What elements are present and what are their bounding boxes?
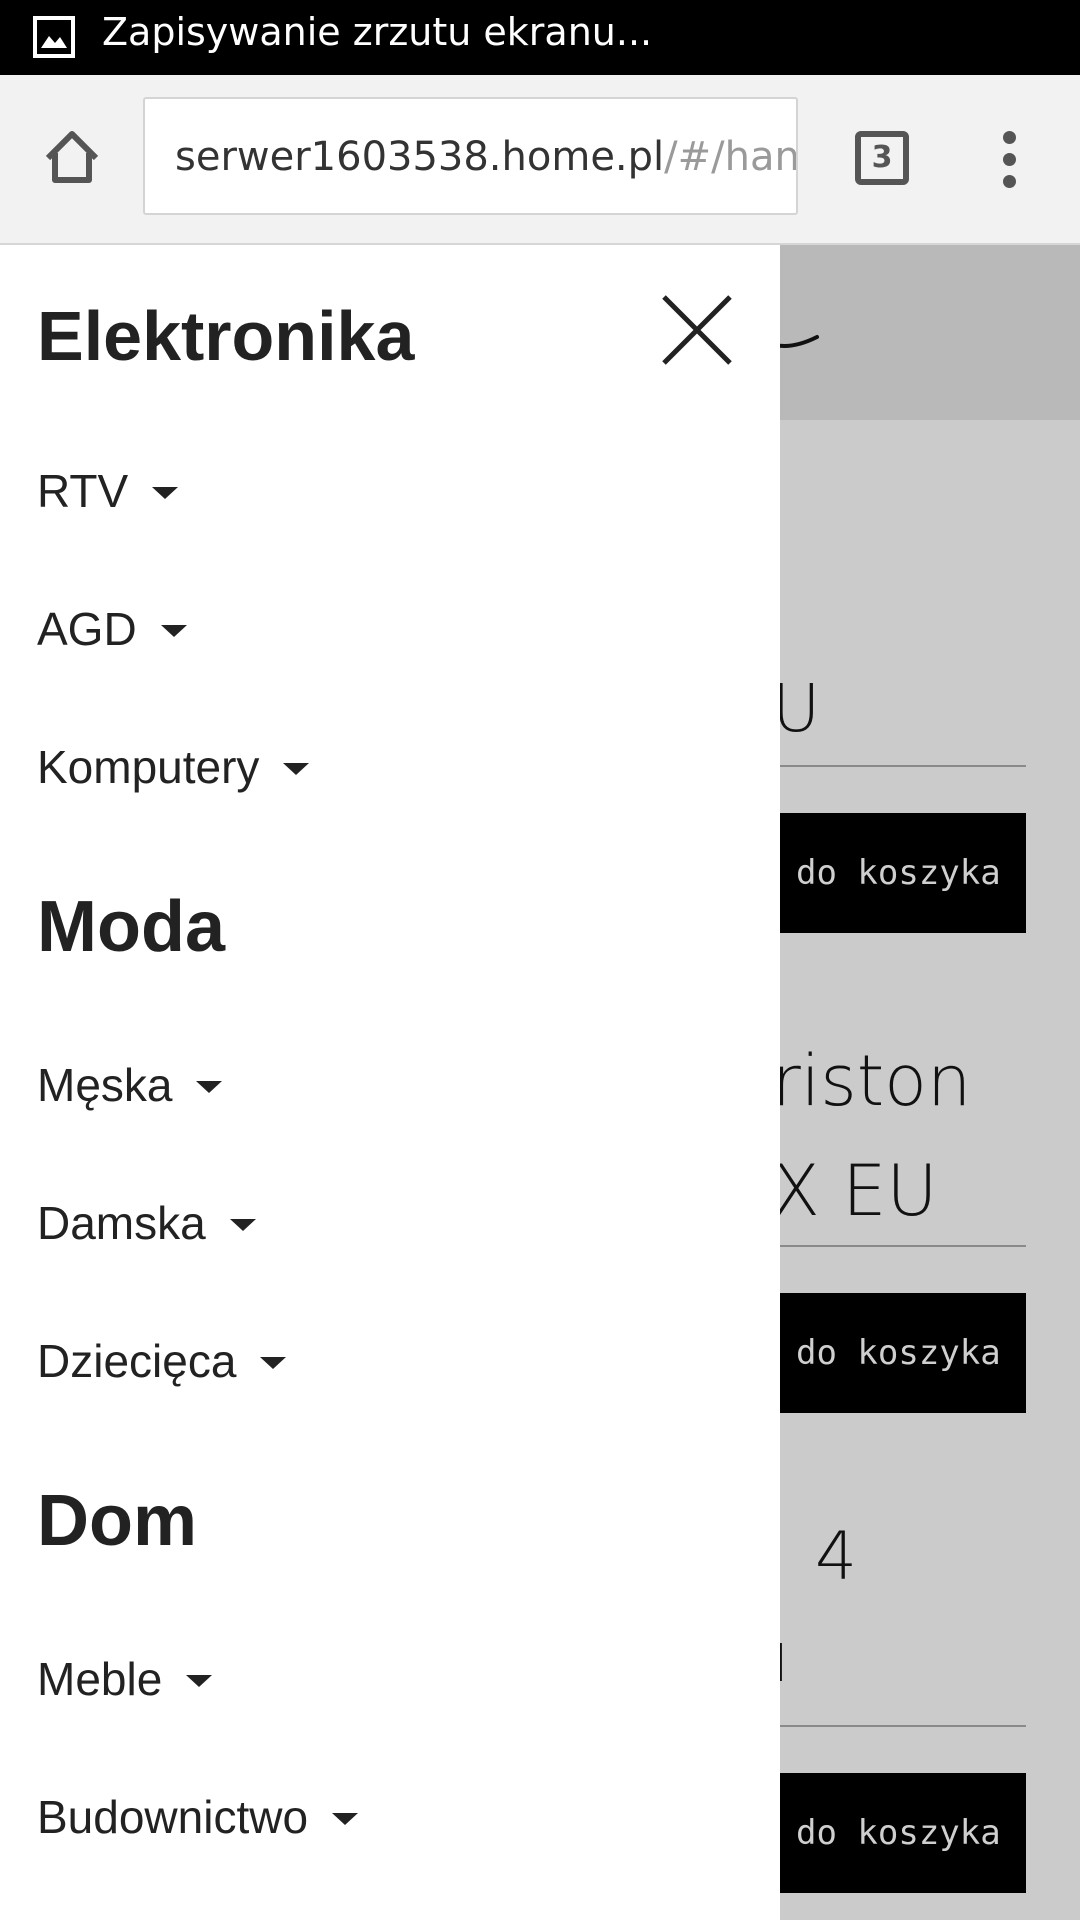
- url-host: serwer1603538.home.pl: [175, 134, 665, 180]
- menu-item-label: Damska: [37, 1197, 206, 1249]
- menu-item-label: AGD: [37, 603, 137, 655]
- section-heading-moda: Moda: [37, 887, 225, 967]
- logo-fragment: [773, 335, 819, 348]
- menu-item-label: Meble: [37, 1653, 163, 1705]
- caret-down-icon: [260, 1357, 287, 1369]
- screenshot-image-icon: [33, 16, 75, 58]
- status-bar: Zapisywanie zrzutu ekranu...: [0, 0, 1080, 75]
- caret-down-icon: [160, 625, 187, 637]
- close-icon[interactable]: [660, 293, 734, 367]
- menu-item-label: RTV: [37, 465, 129, 517]
- caret-down-icon: [332, 1813, 359, 1825]
- status-text: Zapisywanie zrzutu ekranu...: [102, 10, 653, 54]
- home-icon[interactable]: [40, 126, 104, 190]
- url-text: serwer1603538.home.pl/#/han: [175, 133, 798, 181]
- add-to-cart-button[interactable]: do koszyka: [780, 1293, 1026, 1413]
- menu-item-label: Męska: [37, 1059, 173, 1111]
- add-to-cart-button[interactable]: do koszyka: [780, 813, 1026, 933]
- page-header: [780, 245, 1080, 420]
- menu-item-label: Komputery: [37, 741, 260, 793]
- more-vertical-icon[interactable]: [995, 131, 1025, 188]
- menu-item-label: Budownictwo: [37, 1791, 309, 1843]
- menu-item-agd[interactable]: AGD: [37, 601, 187, 657]
- product-name-fragment: 4: [815, 1518, 857, 1595]
- divider: [780, 765, 1026, 767]
- menu-item-meble[interactable]: Meble: [37, 1651, 213, 1707]
- menu-item-rtv[interactable]: RTV: [37, 463, 179, 519]
- url-path: /#/han: [664, 134, 798, 180]
- address-bar[interactable]: serwer1603538.home.pl/#/han: [143, 97, 798, 215]
- menu-item-komputery[interactable]: Komputery: [37, 739, 310, 795]
- product-name-fragment: X EU: [772, 1150, 938, 1232]
- divider: [780, 1725, 1026, 1727]
- add-to-cart-button[interactable]: do koszyka: [780, 1773, 1026, 1893]
- menu-item-meska[interactable]: Męska: [37, 1057, 223, 1113]
- divider: [780, 1245, 1026, 1247]
- section-heading-elektronika: Elektronika: [37, 297, 415, 375]
- caret-down-icon: [152, 487, 179, 499]
- menu-item-dziecieca[interactable]: Dziecięca: [37, 1333, 287, 1389]
- product-name-fragment: riston: [772, 1040, 972, 1122]
- caret-down-icon: [196, 1081, 223, 1093]
- caret-down-icon: [229, 1219, 256, 1231]
- tab-switcher-button[interactable]: 3: [855, 131, 909, 185]
- menu-item-damska[interactable]: Damska: [37, 1195, 256, 1251]
- caret-down-icon: [186, 1675, 213, 1687]
- browser-toolbar: serwer1603538.home.pl/#/han 3: [0, 75, 1080, 245]
- category-drawer: Elektronika RTV AGD Komputery Moda Męska…: [0, 245, 780, 1920]
- menu-item-label: Dziecięca: [37, 1335, 237, 1387]
- menu-item-budownictwo[interactable]: Budownictwo: [37, 1789, 359, 1845]
- caret-down-icon: [283, 763, 310, 775]
- section-heading-dom: Dom: [37, 1481, 197, 1561]
